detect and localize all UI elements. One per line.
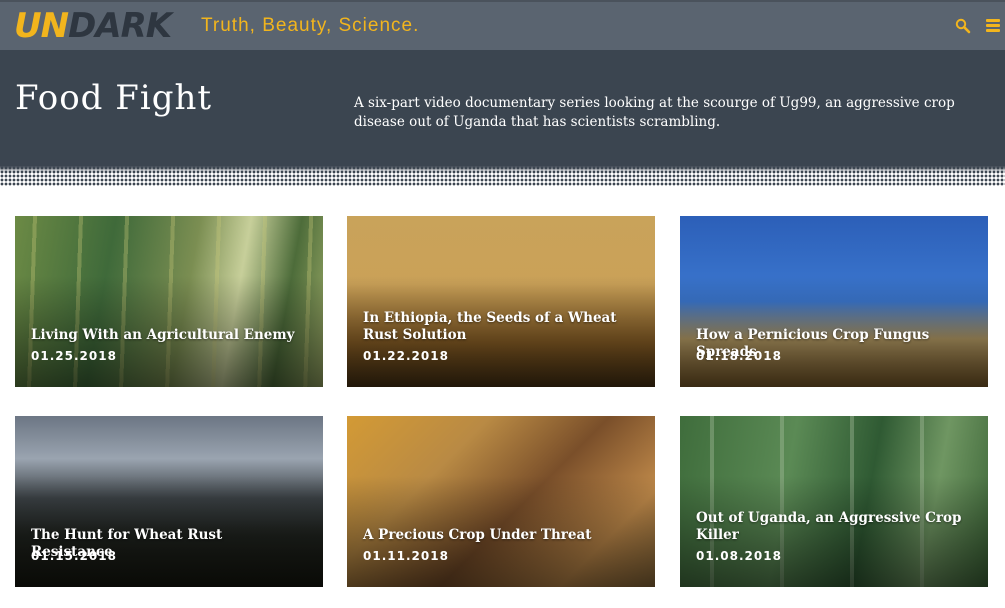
card-title[interactable]: Out of Uganda, an Aggressive Crop Killer [696, 510, 966, 544]
article-card[interactable]: Living With an Agricultural Enemy 01.25.… [15, 216, 323, 387]
site-header: UN DARK Truth, Beauty, Science. [0, 0, 1005, 50]
article-card[interactable]: How a Pernicious Crop Fungus Spreads 01.… [680, 216, 988, 387]
search-icon[interactable] [955, 18, 971, 34]
card-date: 01.18.2018 [696, 349, 782, 363]
card-date: 01.11.2018 [363, 549, 449, 563]
series-description: A six-part video documentary series look… [354, 95, 955, 130]
card-date: 01.15.2018 [31, 549, 117, 563]
series-hero: Food Fight A six-part video documentary … [0, 50, 1005, 168]
hamburger-menu-icon[interactable] [986, 19, 1000, 33]
card-title[interactable]: A Precious Crop Under Threat [363, 527, 633, 544]
article-card[interactable]: In Ethiopia, the Seeds of a Wheat Rust S… [347, 216, 655, 387]
site-logo[interactable]: UN DARK [14, 6, 172, 46]
card-title[interactable]: In Ethiopia, the Seeds of a Wheat Rust S… [363, 310, 633, 344]
logo-dark: DARK [68, 6, 172, 46]
page-title: Food Fight [15, 78, 213, 118]
article-card[interactable]: A Precious Crop Under Threat 01.11.2018 [347, 416, 655, 587]
card-title[interactable]: Living With an Agricultural Enemy [31, 327, 301, 344]
article-card[interactable]: Out of Uganda, an Aggressive Crop Killer… [680, 416, 988, 587]
card-date: 01.08.2018 [696, 549, 782, 563]
logo-un: UN [14, 6, 69, 46]
article-card[interactable]: The Hunt for Wheat Rust Resistance 01.15… [15, 416, 323, 587]
card-date: 01.22.2018 [363, 349, 449, 363]
dotted-divider [0, 166, 1005, 186]
card-date: 01.25.2018 [31, 349, 117, 363]
site-tagline: Truth, Beauty, Science. [201, 15, 420, 36]
